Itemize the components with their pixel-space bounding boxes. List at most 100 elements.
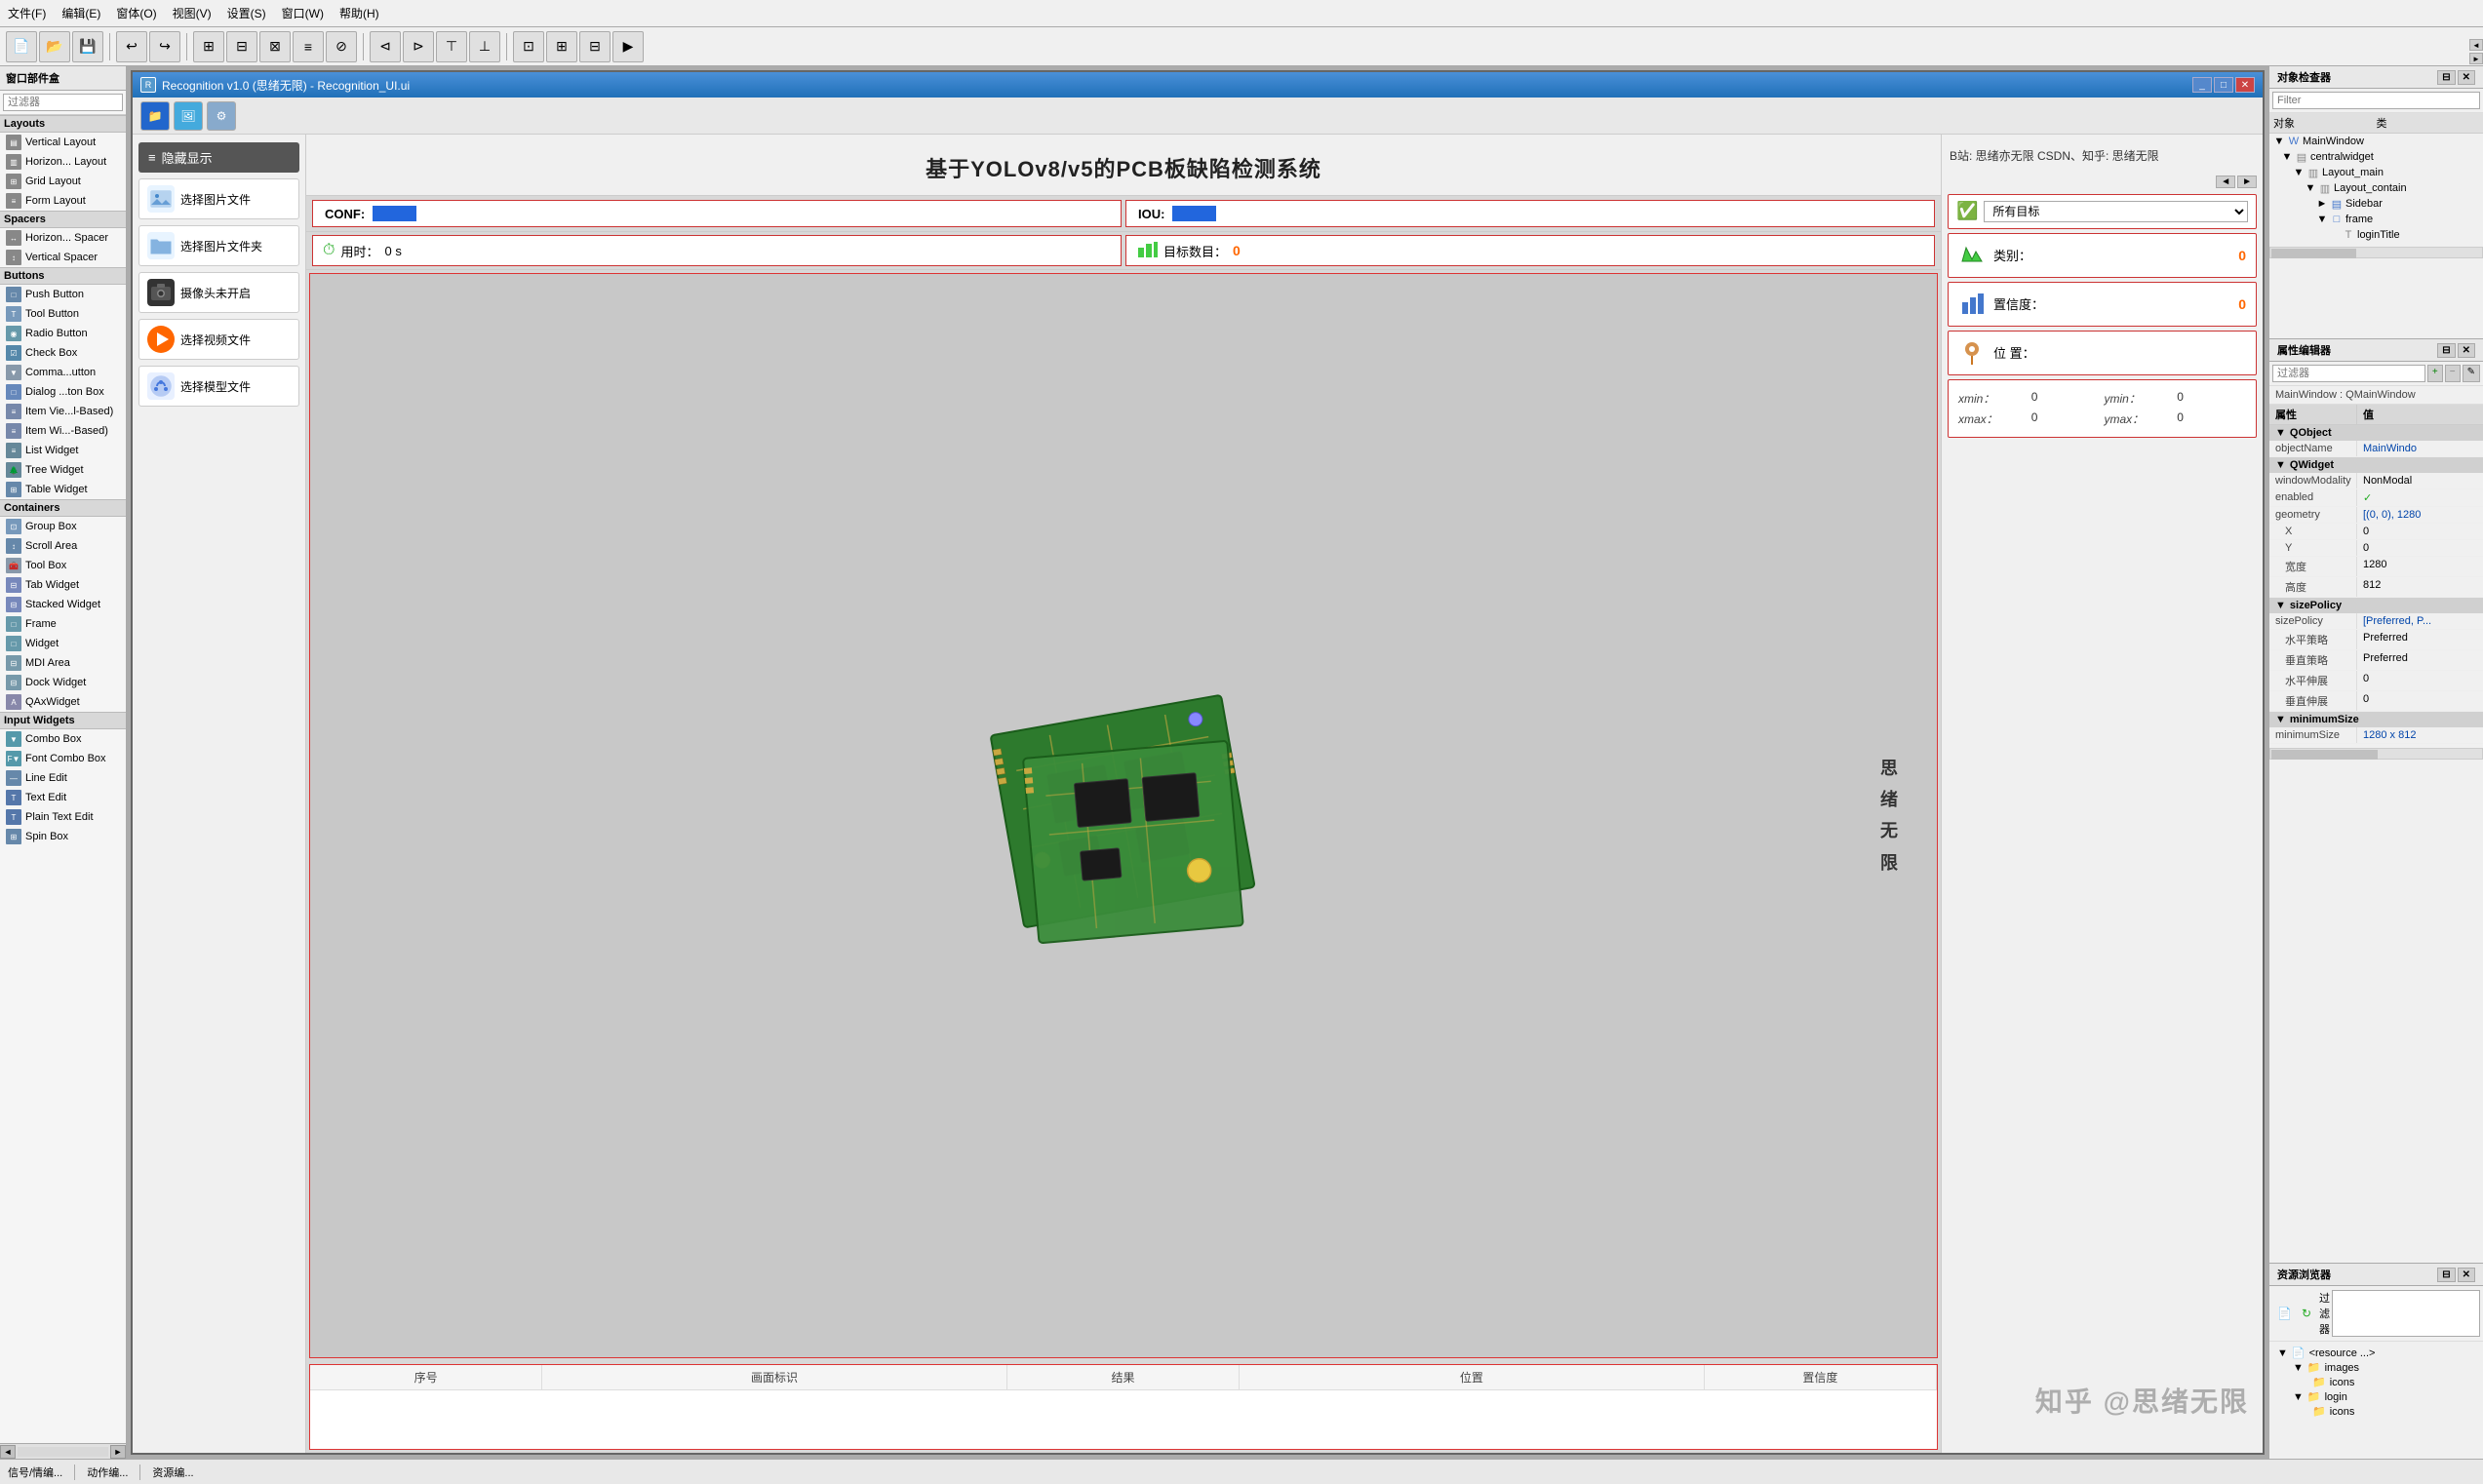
expand-mainwindow[interactable]: ▼: [2273, 136, 2285, 147]
menu-settings[interactable]: 设置(S): [227, 5, 266, 21]
table-body[interactable]: [310, 1390, 1937, 1449]
object-filter-input[interactable]: [2272, 92, 2480, 109]
widget-item-widget[interactable]: □ Widget: [0, 634, 126, 653]
prop-group-sizepolicy[interactable]: ▼ sizePolicy: [2269, 598, 2483, 613]
scroll-left-arrow[interactable]: ◄: [2216, 176, 2235, 188]
adjust-size-button[interactable]: ⊡: [513, 31, 544, 62]
widget-item-grid-layout[interactable]: ⊞ Grid Layout: [0, 172, 126, 191]
app-tool-btn-1[interactable]: 📁: [140, 101, 170, 131]
tree-item-mainwindow[interactable]: ▼ W MainWindow: [2269, 134, 2483, 149]
select-model-button[interactable]: 选择模型文件: [138, 366, 299, 407]
tree-scroll-thumb[interactable]: [2271, 249, 2356, 258]
prop-group-qobject[interactable]: ▼ QObject: [2269, 425, 2483, 441]
camera-button[interactable]: 摄像头未开启: [138, 272, 299, 313]
menu-view[interactable]: 视图(V): [173, 5, 212, 21]
target-select[interactable]: 所有目标: [1984, 201, 2248, 222]
expand-layout-contain[interactable]: ▼: [2305, 182, 2316, 194]
menu-help[interactable]: 帮助(H): [339, 5, 379, 21]
widget-item-frame[interactable]: □ Frame: [0, 614, 126, 634]
prop-value-height[interactable]: 812: [2357, 577, 2483, 597]
tree-hscroll[interactable]: [2269, 247, 2483, 258]
widget-box-hscroll[interactable]: ◄ ►: [0, 1443, 126, 1459]
category-spacers[interactable]: Spacers: [0, 211, 126, 228]
widget-search-input[interactable]: [3, 94, 123, 111]
widget-item-spin-box[interactable]: ⊞ Spin Box: [0, 827, 126, 846]
res-filter-input[interactable]: [2332, 1290, 2480, 1337]
expand-frame[interactable]: ▼: [2316, 214, 2328, 225]
prop-panel-close-btn[interactable]: ✕: [2458, 343, 2475, 358]
layout-h-button[interactable]: ⊞: [193, 31, 224, 62]
select-folder-button[interactable]: 选择图片文件夹: [138, 225, 299, 266]
status-action-edit[interactable]: 动作编...: [87, 1464, 140, 1480]
widget-item-item-widget[interactable]: ≡ Item Wi...-Based): [0, 421, 126, 441]
open-button[interactable]: 📂: [39, 31, 70, 62]
res-refresh-btn[interactable]: ↻: [2298, 1305, 2315, 1322]
menu-edit[interactable]: 编辑(E): [61, 5, 100, 21]
widget-item-mdi-area[interactable]: ⊟ MDI Area: [0, 653, 126, 673]
layout-f-button[interactable]: ≡: [293, 31, 324, 62]
widget-item-vertical-layout[interactable]: ▤ Vertical Layout: [0, 133, 126, 152]
widget-item-group-box[interactable]: ⊡ Group Box: [0, 517, 126, 536]
align-top-button[interactable]: ⊤: [436, 31, 467, 62]
res-item-login-icons[interactable]: 📁 icons: [2273, 1404, 2479, 1419]
prop-group-minsize[interactable]: ▼ minimumSize: [2269, 712, 2483, 727]
save-button[interactable]: 💾: [72, 31, 103, 62]
category-containers[interactable]: Containers: [0, 499, 126, 517]
prop-hscroll[interactable]: [2269, 748, 2483, 760]
category-layouts[interactable]: Layouts: [0, 115, 126, 133]
prop-value-x[interactable]: 0: [2357, 524, 2483, 539]
widget-item-command-button[interactable]: ▼ Comma...utton: [0, 363, 126, 382]
tree-item-layout-main[interactable]: ▼ ▥ Layout_main: [2269, 165, 2483, 180]
widget-item-dialog-button[interactable]: □ Dialog ...ton Box: [0, 382, 126, 402]
res-item-images-icons[interactable]: 📁 icons: [2273, 1375, 2479, 1389]
widget-item-push-button[interactable]: □ Push Button: [0, 285, 126, 304]
prop-value-objectname[interactable]: MainWindo: [2357, 441, 2483, 456]
property-filter-input[interactable]: [2272, 365, 2425, 382]
minimize-button[interactable]: _: [2192, 77, 2212, 93]
prop-value-hstretch[interactable]: 0: [2357, 671, 2483, 690]
prop-value-enabled[interactable]: ✓: [2357, 489, 2483, 506]
prop-remove-btn[interactable]: −: [2445, 365, 2461, 382]
expand-centralwidget[interactable]: ▼: [2281, 151, 2293, 163]
same-width-button[interactable]: ⊞: [546, 31, 577, 62]
widget-item-scroll-area[interactable]: ↕ Scroll Area: [0, 536, 126, 556]
widget-item-stacked-widget[interactable]: ⊟ Stacked Widget: [0, 595, 126, 614]
break-layout-button[interactable]: ⊘: [326, 31, 357, 62]
res-panel-float-btn[interactable]: ⊟: [2437, 1268, 2455, 1282]
layout-v-button[interactable]: ⊟: [226, 31, 257, 62]
prop-value-geometry[interactable]: [(0, 0), 1280: [2357, 507, 2483, 523]
undo-button[interactable]: ↩: [116, 31, 147, 62]
status-signal-edit[interactable]: 信号/情编...: [8, 1464, 75, 1480]
tree-item-centralwidget[interactable]: ▼ ▤ centralwidget: [2269, 149, 2483, 165]
preview-button[interactable]: ▶: [612, 31, 644, 62]
prop-value-vstretch[interactable]: 0: [2357, 691, 2483, 711]
widget-item-dock-widget[interactable]: ⊟ Dock Widget: [0, 673, 126, 692]
align-left-button[interactable]: ⊲: [370, 31, 401, 62]
hide-show-button[interactable]: ≡ 隐藏显示: [138, 142, 299, 173]
tree-item-layout-contain[interactable]: ▼ ▥ Layout_contain: [2269, 180, 2483, 196]
widget-item-text-edit[interactable]: T Text Edit: [0, 788, 126, 807]
scroll-right-arrow[interactable]: ►: [2237, 176, 2257, 188]
menu-file[interactable]: 文件(F): [8, 5, 46, 21]
widget-item-list-widget[interactable]: ≡ List Widget: [0, 441, 126, 460]
widget-item-qax-widget[interactable]: A QAxWidget: [0, 692, 126, 712]
widget-item-hspacer[interactable]: ↔ Horizon... Spacer: [0, 228, 126, 248]
widget-item-tab-widget[interactable]: ⊟ Tab Widget: [0, 575, 126, 595]
maximize-button[interactable]: □: [2214, 77, 2233, 93]
widget-item-horizontal-layout[interactable]: ▥ Horizon... Layout: [0, 152, 126, 172]
menu-form[interactable]: 窗体(O): [116, 5, 156, 21]
widget-item-radio-button[interactable]: ◉ Radio Button: [0, 324, 126, 343]
prop-value-hpolicy[interactable]: Preferred: [2357, 630, 2483, 649]
prop-value-minsize[interactable]: 1280 x 812: [2357, 727, 2483, 743]
layout-g-button[interactable]: ⊠: [259, 31, 291, 62]
res-panel-close-btn[interactable]: ✕: [2458, 1268, 2475, 1282]
res-item-login[interactable]: ▼ 📁 login: [2273, 1389, 2479, 1404]
widget-item-tool-box[interactable]: 🧰 Tool Box: [0, 556, 126, 575]
tree-scroll-track[interactable]: [2269, 247, 2483, 258]
app-tool-btn-2[interactable]: 🖼: [174, 101, 203, 131]
widget-item-tree-widget[interactable]: 🌲 Tree Widget: [0, 460, 126, 480]
res-item-resource[interactable]: ▼ 📄 <resource ...>: [2273, 1346, 2479, 1360]
select-video-button[interactable]: 选择视频文件: [138, 319, 299, 360]
widget-item-form-layout[interactable]: ≡ Form Layout: [0, 191, 126, 211]
expand-sidebar[interactable]: ►: [2316, 198, 2328, 210]
